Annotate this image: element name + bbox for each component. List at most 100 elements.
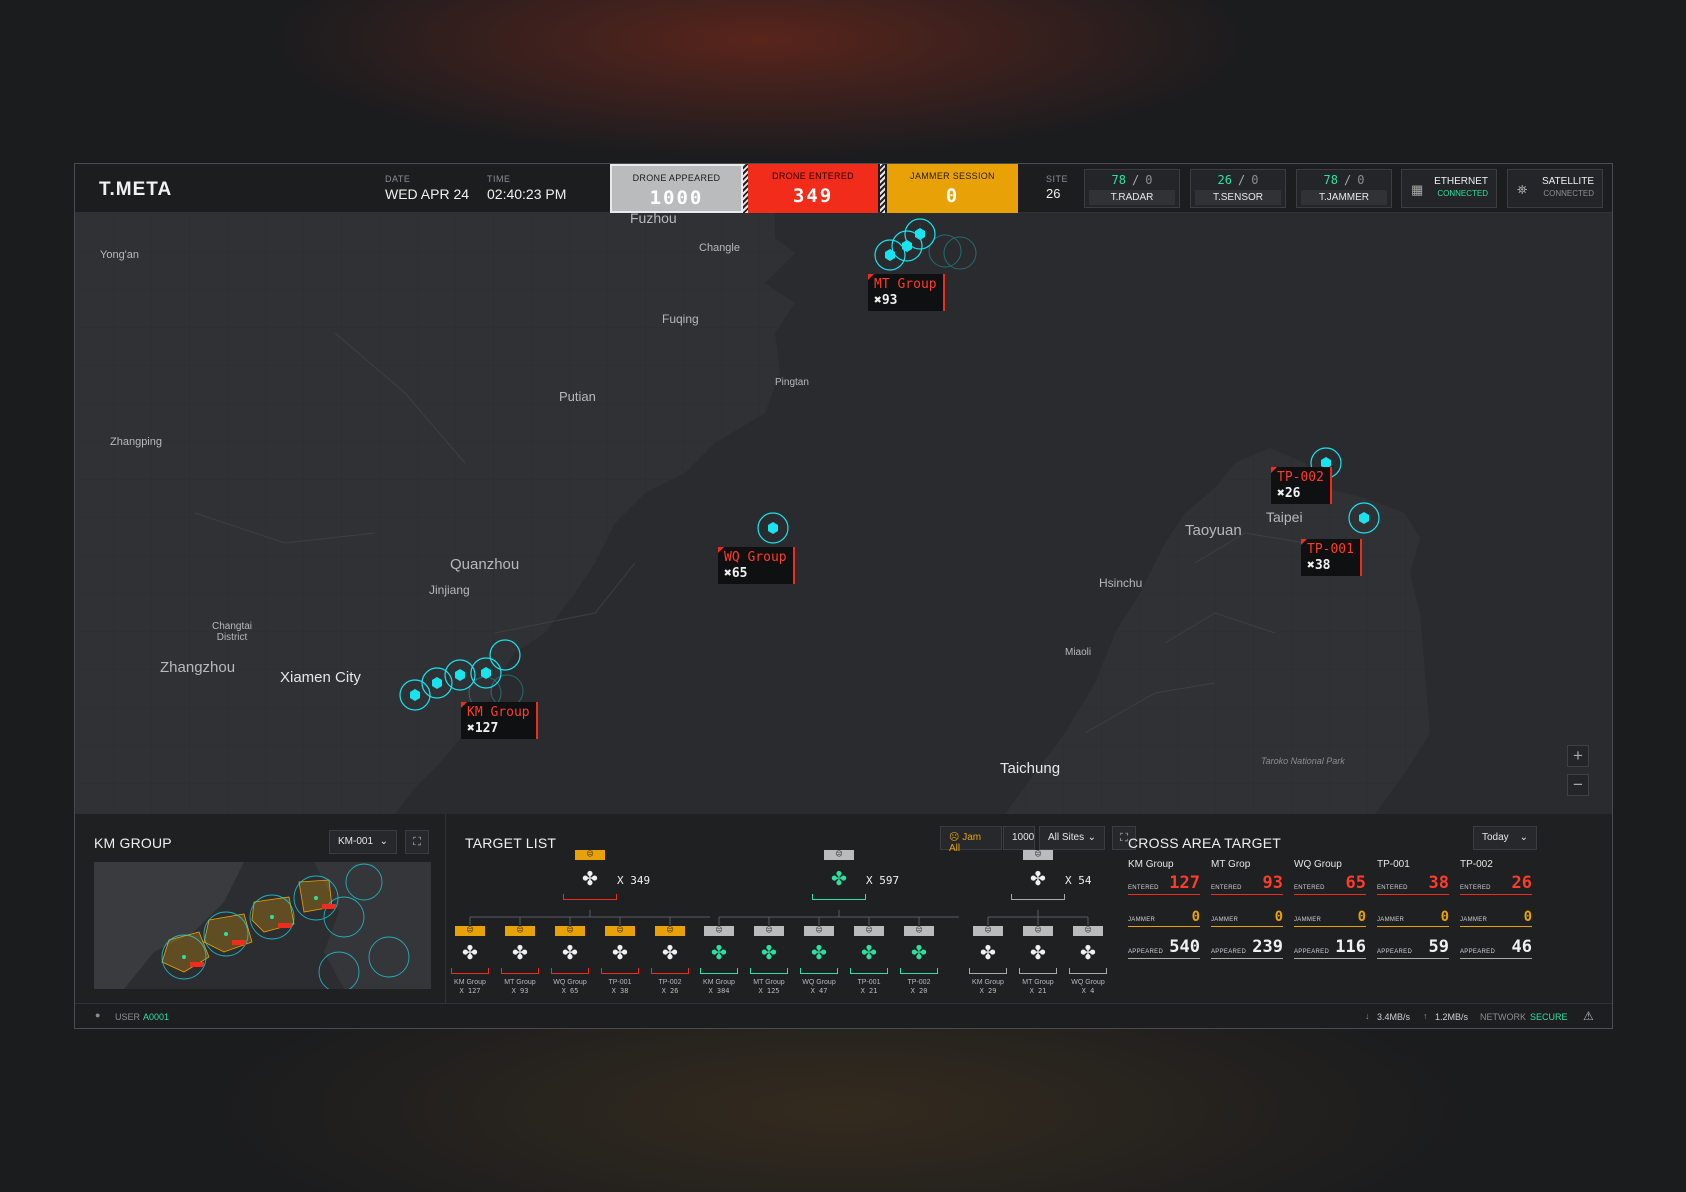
ethernet-state: CONNECTED [1437, 189, 1488, 198]
map-label: Yong'an [100, 249, 140, 261]
appeared-row: APPEARED 116 [1294, 937, 1366, 959]
map-group-marker[interactable]: MT Group ✖93 [868, 274, 945, 311]
drone-icon[interactable]: ✤ [575, 868, 605, 892]
km-minimap[interactable] [94, 862, 431, 989]
target-child-name: WQ Group [802, 979, 836, 986]
cross-column[interactable]: TP-001 ENTERED 38 JAMMER 0 APPEARED 59 [1377, 859, 1449, 959]
appeared-row: APPEARED 59 [1377, 937, 1449, 959]
appeared-row: APPEARED 46 [1460, 937, 1532, 959]
group-name: TP-002 [1277, 470, 1324, 485]
drone-entered-stat[interactable]: DRONE ENTERED 349 [748, 164, 878, 213]
cross-column-name: WQ Group [1294, 859, 1342, 870]
target-child-count: X 93 [511, 987, 529, 995]
entered-row: ENTERED 127 [1128, 873, 1200, 895]
drone-icon[interactable]: ✤ [455, 942, 485, 966]
target-child-count: X 127 [459, 987, 481, 995]
device-online-count: 78 [1111, 173, 1126, 187]
device-name: T.RADAR [1089, 190, 1175, 205]
drone-appeared-stat[interactable]: DRONE APPEARED 1000 [610, 164, 743, 213]
zoom-in-button[interactable]: + [1567, 745, 1589, 767]
drone-tag-icon: ☹ [505, 926, 535, 936]
device-offline-count: 0 [1357, 173, 1365, 187]
jammer-row: JAMMER 0 [1460, 905, 1532, 927]
drone-underline [1069, 968, 1107, 974]
cross-column[interactable]: TP-002 ENTERED 26 JAMMER 0 APPEARED 46 [1460, 859, 1532, 959]
map-label: Changle [699, 242, 740, 254]
drone-icon[interactable]: ✤ [904, 942, 934, 966]
drone-tag-icon: ☹ [754, 926, 784, 936]
sites-select[interactable]: All Sites ⌄ [1039, 826, 1105, 850]
drone-appeared-label: DRONE APPEARED [632, 173, 721, 183]
target-child-count: X 29 [979, 987, 997, 995]
device-radar[interactable]: 78/0 T.RADAR [1084, 169, 1180, 208]
drone-icon[interactable]: ✤ [1073, 942, 1103, 966]
target-tree: ☹ ✤ X 349 ☹ ✤ X 597 ☹ ✤ X 54 ☹ ✤ KM Group X 127 ☹ ✤ MT … [449, 850, 1129, 1000]
drone-icon[interactable]: ✤ [973, 942, 1003, 966]
map-group-marker[interactable]: TP-001 ✖38 [1301, 539, 1362, 576]
target-child-count: X 384 [708, 987, 730, 995]
drone-icon[interactable]: ✤ [505, 942, 535, 966]
map-view[interactable]: Fuzhou Changle Yong'an Fuqing Putian Pin… [75, 213, 1612, 814]
device-sensor[interactable]: 26/0 T.SENSOR [1190, 169, 1286, 208]
jammer-row: JAMMER 0 [1377, 905, 1449, 927]
date-label: DATE [385, 174, 411, 184]
drone-icon[interactable]: ✤ [605, 942, 635, 966]
drone-icon[interactable]: ✤ [754, 942, 784, 966]
drone-icon[interactable]: ✤ [854, 942, 884, 966]
map-group-marker[interactable]: TP-002 ✖26 [1271, 467, 1332, 504]
appeared-row: APPEARED 239 [1211, 937, 1283, 959]
drone-icon[interactable]: ✤ [1023, 868, 1053, 892]
drone-icon[interactable]: ✤ [824, 868, 854, 892]
top-bar: T.META DATE WED APR 24 TIME 02:40:23 PM … [75, 164, 1612, 213]
map-label: Jinjiang [429, 583, 470, 597]
ethernet-icon: ▦ [1411, 182, 1424, 197]
warning-icon[interactable]: ⚠ [1583, 1009, 1594, 1023]
cross-column-name: MT Grop [1211, 859, 1251, 870]
site-block: SITE 26 [1046, 174, 1068, 201]
drone-icon[interactable]: ✤ [804, 942, 834, 966]
group-name: MT Group [874, 277, 937, 292]
map-group-marker[interactable]: KM Group ✖127 [461, 702, 538, 739]
target-child-count: X 20 [910, 987, 928, 995]
device-name: T.JAMMER [1301, 190, 1387, 205]
map-group-marker[interactable]: WQ Group ✖65 [718, 547, 795, 584]
date-value: WED APR 24 [385, 186, 470, 202]
drone-icon[interactable]: ✤ [704, 942, 734, 966]
satellite-status[interactable]: ⛯ SATELLITE CONNECTED [1507, 169, 1603, 208]
jam-all-button[interactable]: ☹ Jam All [940, 826, 1002, 854]
cross-column-name: KM Group [1128, 859, 1174, 870]
drone-icon[interactable]: ✤ [1023, 942, 1053, 966]
map-label: Pingtan [775, 377, 809, 388]
chevron-down-icon: ⌄ [1519, 832, 1528, 843]
cross-column[interactable]: MT Grop ENTERED 93 JAMMER 0 APPEARED 239 [1211, 859, 1283, 959]
period-select[interactable]: Today ⌄ [1473, 826, 1537, 850]
target-child-name: TP-002 [907, 979, 931, 986]
entered-row: ENTERED 26 [1460, 873, 1532, 895]
chevron-down-icon: ⌄ [379, 836, 388, 847]
map-label: Taipei [1266, 509, 1303, 525]
drone-underline [601, 968, 639, 974]
cross-column-name: TP-002 [1460, 859, 1493, 870]
group-name: TP-001 [1307, 542, 1354, 557]
zoom-out-button[interactable]: − [1567, 774, 1589, 796]
cross-column[interactable]: KM Group ENTERED 127 JAMMER 0 APPEARED 540 [1128, 859, 1200, 959]
target-child-count: X 47 [810, 987, 828, 995]
status-bar: ● USER A0001 ↓ 3.4MB/s ↑ 1.2MB/s NETWORK… [75, 1003, 1612, 1028]
download-icon: ↓ [1365, 1011, 1370, 1021]
fullscreen-icon[interactable]: ⛶ [405, 830, 429, 854]
target-child-count: X 38 [611, 987, 629, 995]
device-jammer[interactable]: 78/0 T.JAMMER [1296, 169, 1392, 208]
km-group-select[interactable]: KM-001 ⌄ [329, 830, 397, 854]
drone-tag-icon: ☹ [704, 926, 734, 936]
target-child-name: KM Group [972, 979, 1004, 986]
drone-underline [1019, 968, 1057, 974]
jammer-session-stat[interactable]: JAMMER SESSION 0 [887, 164, 1018, 213]
jam-count[interactable]: 1000 [1003, 826, 1035, 850]
drone-tag-icon: ☹ [455, 926, 485, 936]
cross-column[interactable]: WQ Group ENTERED 65 JAMMER 0 APPEARED 116 [1294, 859, 1366, 959]
ethernet-status[interactable]: ▦ ETHERNET CONNECTED [1401, 169, 1497, 208]
drone-icon[interactable]: ✤ [655, 942, 685, 966]
drone-underline [800, 968, 838, 974]
drone-icon[interactable]: ✤ [555, 942, 585, 966]
device-offline-count: 0 [1251, 173, 1259, 187]
